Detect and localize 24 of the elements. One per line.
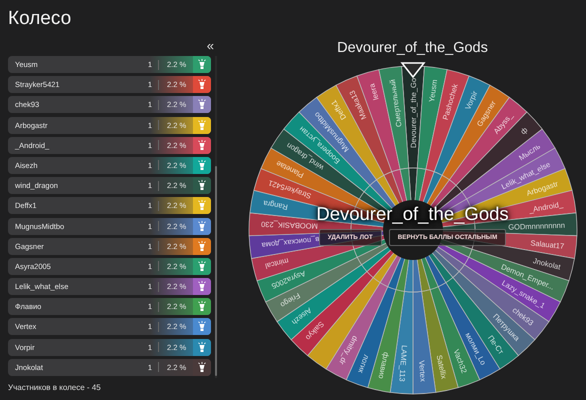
collapse-button[interactable]: « [204, 40, 216, 52]
wheel-title: Devourer_of_the_Gods [337, 40, 488, 58]
lamp-icon [198, 260, 206, 272]
participants-count: Участников в колесе - 45 [8, 383, 102, 392]
lamp-icon [198, 240, 206, 252]
lamp-icon [198, 200, 206, 212]
lamp-icon [198, 362, 206, 373]
scrollbar[interactable] [215, 56, 217, 378]
scrollbar-thumb[interactable] [215, 166, 217, 376]
lamp-icon [198, 180, 206, 192]
lamp-icon [198, 99, 206, 110]
lamp-icon [198, 120, 206, 131]
lamp-icon [198, 160, 206, 171]
lamp-icon [198, 281, 206, 292]
lamp-icon [198, 301, 206, 312]
page-title: Колесо [8, 7, 72, 31]
winner-name: Devourer_of_the_Gods [316, 203, 509, 224]
lamp-icon [198, 342, 206, 353]
lamp-icon [198, 59, 206, 70]
pointer-icon [400, 62, 426, 78]
lamp-icon [198, 220, 206, 232]
lamp-icon [198, 140, 206, 151]
lamp-icon [198, 79, 206, 90]
lamp-icon [198, 321, 206, 332]
